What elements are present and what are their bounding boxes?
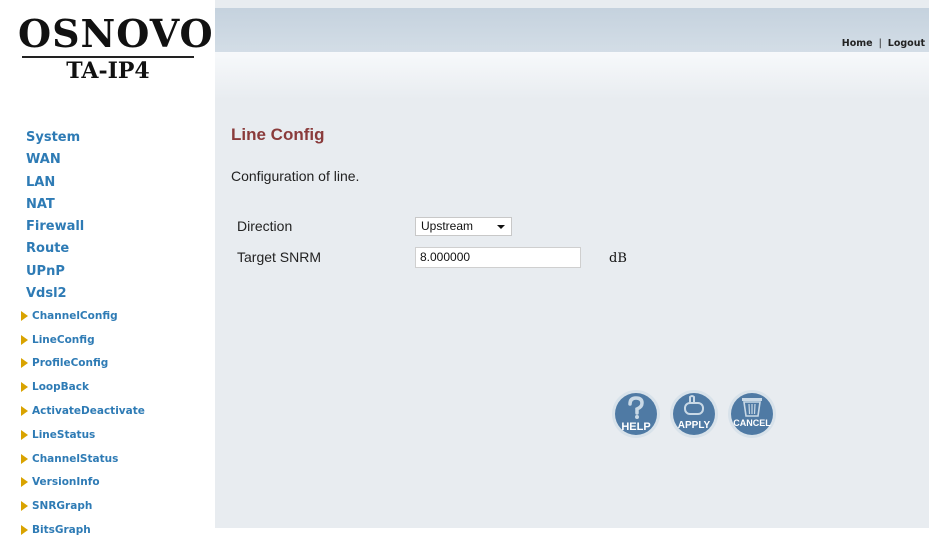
nav-item-firewall[interactable]: Firewall [26, 216, 84, 238]
subnav-item-snrgraph[interactable]: SNRGraph [21, 494, 145, 518]
subnav-label: ProfileConfig [32, 357, 109, 370]
sidebar: OSNOVO TA-IP4 System WAN LAN NAT Firewal… [0, 0, 215, 536]
nav-item-lan[interactable]: LAN [26, 172, 84, 194]
subnav-item-profileconfig[interactable]: ProfileConfig [21, 352, 145, 376]
triangle-right-icon [21, 453, 28, 464]
triangle-right-icon [21, 429, 28, 440]
triangle-right-icon [21, 501, 28, 512]
subnav-label: VersionInfo [32, 476, 100, 489]
nav-item-wan[interactable]: WAN [26, 149, 84, 171]
subnav-label: LineConfig [32, 333, 95, 346]
snrm-unit: dB [609, 251, 627, 266]
subnav-label: LineStatus [32, 428, 96, 441]
logout-link[interactable]: Logout [888, 38, 925, 49]
triangle-right-icon [21, 406, 28, 417]
nav-item-system[interactable]: System [26, 127, 84, 149]
direction-select[interactable]: Upstream [415, 217, 512, 236]
page-title: Line Config [231, 125, 325, 144]
brand-name: OSNOVO [18, 11, 214, 56]
home-link[interactable]: Home [842, 38, 873, 49]
apply-button-label: APPLY [678, 420, 711, 431]
subnav-label: SNRGraph [32, 500, 93, 513]
triangle-right-icon [21, 382, 28, 393]
vdsl2-subnav: ChannelConfig LineConfig ProfileConfig L… [21, 304, 145, 542]
triangle-right-icon [21, 310, 28, 321]
nav-item-upnp[interactable]: UPnP [26, 261, 84, 283]
subnav-item-bitsgraph[interactable]: BitsGraph [21, 518, 145, 542]
header-links: Home | Logout [842, 38, 925, 49]
subnav-item-linestatus[interactable]: LineStatus [21, 423, 145, 447]
subnav-label: BitsGraph [32, 524, 91, 537]
header-band [215, 52, 929, 100]
subnav-label: ActivateDeactivate [32, 405, 145, 418]
help-button[interactable]: HELP [611, 389, 661, 439]
triangle-right-icon [21, 525, 28, 536]
direction-label: Direction [237, 218, 293, 234]
page-description: Configuration of line. [231, 168, 360, 184]
triangle-right-icon [21, 334, 28, 345]
apply-button[interactable]: APPLY [669, 389, 719, 439]
main-content: Home | Logout Line Config Configuration of… [215, 0, 929, 528]
help-button-label: HELP [621, 421, 650, 433]
direction-value: Upstream [421, 219, 474, 233]
cancel-button-label: CANCEL [733, 418, 771, 428]
triangle-right-icon [21, 477, 28, 488]
nav-item-vdsl2[interactable]: Vdsl2 [26, 283, 84, 305]
subnav-item-loopback[interactable]: LoopBack [21, 375, 145, 399]
main-nav: System WAN LAN NAT Firewall Route UPnP V… [26, 127, 84, 305]
subnav-item-lineconfig[interactable]: LineConfig [21, 328, 145, 352]
subnav-item-activatedeactivate[interactable]: ActivateDeactivate [21, 399, 145, 423]
nav-item-nat[interactable]: NAT [26, 194, 84, 216]
nav-item-route[interactable]: Route [26, 238, 84, 260]
subnav-label: ChannelStatus [32, 452, 119, 465]
chevron-down-icon [497, 225, 505, 229]
header-separator: | [878, 38, 882, 49]
cancel-button[interactable]: CANCEL [727, 389, 777, 439]
target-snrm-label: Target SNRM [237, 249, 322, 265]
brand-model: TA-IP4 [66, 58, 150, 84]
subnav-label: ChannelConfig [32, 309, 118, 322]
subnav-item-versioninfo[interactable]: VersionInfo [21, 471, 145, 495]
target-snrm-input[interactable]: 8.000000 [415, 247, 581, 268]
subnav-label: LoopBack [32, 381, 89, 394]
brand-logo: OSNOVO TA-IP4 [18, 11, 214, 85]
subnav-item-channelstatus[interactable]: ChannelStatus [21, 447, 145, 471]
subnav-item-channelconfig[interactable]: ChannelConfig [21, 304, 145, 328]
trash-can-icon [742, 398, 762, 417]
triangle-right-icon [21, 358, 28, 369]
top-bar [215, 8, 929, 52]
